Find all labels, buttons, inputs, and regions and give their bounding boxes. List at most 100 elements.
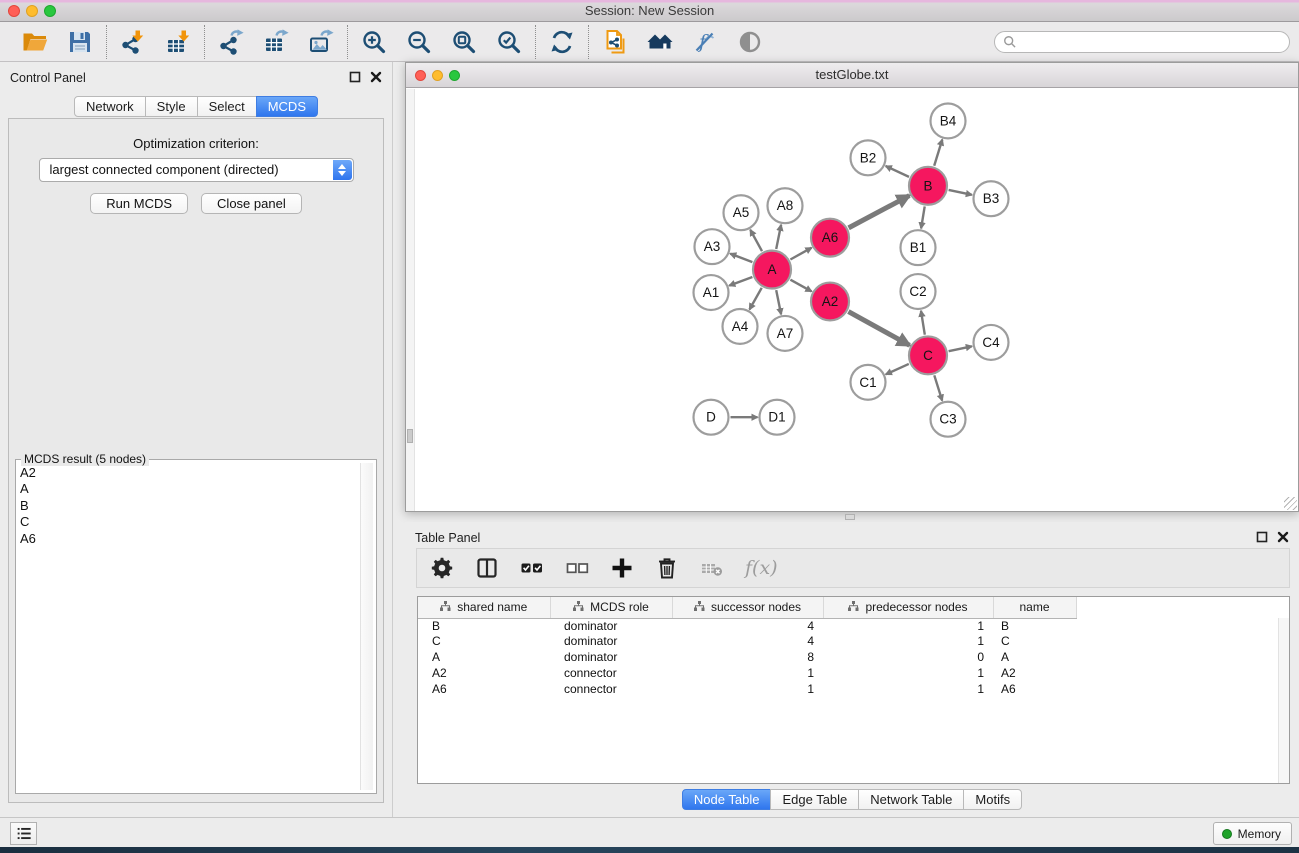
zoom-fit-button[interactable] [451, 29, 477, 55]
zoom-window-icon[interactable] [44, 5, 56, 17]
table-cell[interactable]: dominator [550, 634, 672, 650]
split-divider-grip[interactable] [845, 514, 855, 520]
table-cell[interactable]: connector [550, 666, 672, 682]
result-item[interactable]: A2 [20, 465, 358, 481]
select-all-button[interactable] [520, 556, 544, 580]
float-panel-icon[interactable] [349, 71, 361, 83]
titlebar[interactable]: Session: New Session [0, 0, 1299, 22]
result-item[interactable]: A [20, 481, 358, 497]
graph-node-A1[interactable]: A1 [694, 275, 729, 310]
table-cell[interactable]: 1 [672, 682, 823, 698]
duplicate-view-button[interactable] [602, 29, 628, 55]
minimize-view-icon[interactable] [432, 70, 443, 81]
graph-edge-A-A4[interactable] [750, 288, 762, 310]
window-resize-grip[interactable] [1284, 497, 1297, 510]
columns-button[interactable] [475, 556, 499, 580]
tab-select[interactable]: Select [197, 96, 257, 117]
graph-node-C[interactable]: C [909, 336, 947, 374]
graph-node-A8[interactable]: A8 [768, 188, 803, 223]
delete-button[interactable] [655, 556, 679, 580]
table-cell[interactable]: B [993, 618, 1076, 634]
graph-edge-C-C1[interactable] [886, 364, 909, 374]
hide-fx-button[interactable]: f [692, 29, 718, 55]
graph-edge-C-C3[interactable] [934, 375, 942, 400]
graph-node-B3[interactable]: B3 [974, 181, 1009, 216]
close-view-icon[interactable] [415, 70, 426, 81]
delete-table-button[interactable] [700, 556, 724, 580]
table-row[interactable]: A2connector11A2 [418, 666, 1289, 682]
table-cell[interactable]: C [418, 634, 550, 650]
table-cell[interactable]: 1 [823, 682, 993, 698]
result-scrollbar[interactable] [360, 463, 373, 790]
table-cell[interactable]: 4 [672, 634, 823, 650]
canvas-vertical-scrollbar[interactable] [406, 89, 415, 511]
table-row[interactable]: Bdominator41B [418, 618, 1289, 634]
graph-node-A4[interactable]: A4 [723, 309, 758, 344]
table-cell[interactable]: C [993, 634, 1076, 650]
table-row[interactable]: Adominator80A [418, 650, 1289, 666]
zoom-out-button[interactable] [406, 29, 432, 55]
graph-edge-C-C4[interactable] [949, 346, 972, 351]
zoom-selected-button[interactable] [496, 29, 522, 55]
table-cell[interactable]: 0 [823, 650, 993, 666]
table-cell[interactable]: 1 [823, 634, 993, 650]
table-cell[interactable]: 1 [823, 666, 993, 682]
graph-edge-A-A3[interactable] [730, 254, 752, 262]
graph-node-D1[interactable]: D1 [760, 400, 795, 435]
graph-node-A7[interactable]: A7 [768, 316, 803, 351]
result-item[interactable]: B [20, 498, 358, 514]
column-header-shared-name[interactable]: shared name [418, 597, 550, 618]
close-panel-button[interactable]: Close panel [201, 193, 302, 214]
graph-edge-A-A8[interactable] [776, 225, 781, 249]
tab-network-table[interactable]: Network Table [858, 789, 964, 810]
column-header-successor-nodes[interactable]: successor nodes [672, 597, 823, 618]
export-table-button[interactable] [263, 29, 289, 55]
graph-node-C2[interactable]: C2 [901, 274, 936, 309]
graph-edge-B-B1[interactable] [921, 206, 925, 228]
graph-edge-A-A6[interactable] [790, 248, 811, 260]
column-header-mcds-role[interactable]: MCDS role [550, 597, 672, 618]
export-image-button[interactable] [308, 29, 334, 55]
add-button[interactable] [610, 556, 634, 580]
graph-edge-A6-B[interactable] [849, 196, 910, 228]
graph-node-B1[interactable]: B1 [901, 230, 936, 265]
deselect-all-button[interactable] [565, 556, 589, 580]
table-cell[interactable]: A6 [418, 682, 550, 698]
tab-network[interactable]: Network [74, 96, 146, 117]
zoom-view-icon[interactable] [449, 70, 460, 81]
graph-node-A3[interactable]: A3 [695, 229, 730, 264]
graph-node-B4[interactable]: B4 [931, 103, 966, 138]
graph-node-C1[interactable]: C1 [851, 365, 886, 400]
graph-edge-A-A5[interactable] [750, 230, 762, 251]
float-table-panel-icon[interactable] [1256, 531, 1268, 543]
settings-button[interactable] [430, 556, 454, 580]
import-network-button[interactable] [120, 29, 146, 55]
table-cell[interactable]: 1 [672, 666, 823, 682]
show-eye-button[interactable] [737, 29, 763, 55]
home-layout-button[interactable] [647, 29, 673, 55]
graph-edge-A2-C[interactable] [848, 312, 909, 346]
table-row[interactable]: A6connector11A6 [418, 682, 1289, 698]
table-cell[interactable]: 8 [672, 650, 823, 666]
table-cell[interactable]: dominator [550, 618, 672, 634]
scrollbar-handle[interactable] [407, 429, 413, 443]
table-cell[interactable]: dominator [550, 650, 672, 666]
import-table-button[interactable] [165, 29, 191, 55]
close-table-panel-icon[interactable] [1277, 531, 1289, 543]
tab-edge-table[interactable]: Edge Table [770, 789, 859, 810]
function-builder-button[interactable]: f(x) [745, 557, 778, 579]
criterion-select[interactable]: largest connected component (directed) [39, 158, 354, 182]
run-mcds-button[interactable]: Run MCDS [90, 193, 188, 214]
column-header-name[interactable]: name [993, 597, 1076, 618]
graph-node-A[interactable]: A [753, 251, 791, 289]
network-canvas[interactable]: B4B2BB3A8A5A6A3B1AA1C2A2A4A7C4CC1C3DD1 [406, 89, 1298, 511]
search-input[interactable] [1022, 35, 1281, 49]
graph-node-C4[interactable]: C4 [974, 325, 1009, 360]
table-cell[interactable]: 4 [672, 618, 823, 634]
graph-edge-A-A1[interactable] [729, 277, 752, 286]
graph-edge-A-A7[interactable] [776, 290, 781, 314]
graph-edge-A-A2[interactable] [790, 280, 811, 292]
table-cell[interactable]: A [993, 650, 1076, 666]
tab-node-table[interactable]: Node Table [682, 789, 772, 810]
task-history-button[interactable] [10, 822, 37, 845]
